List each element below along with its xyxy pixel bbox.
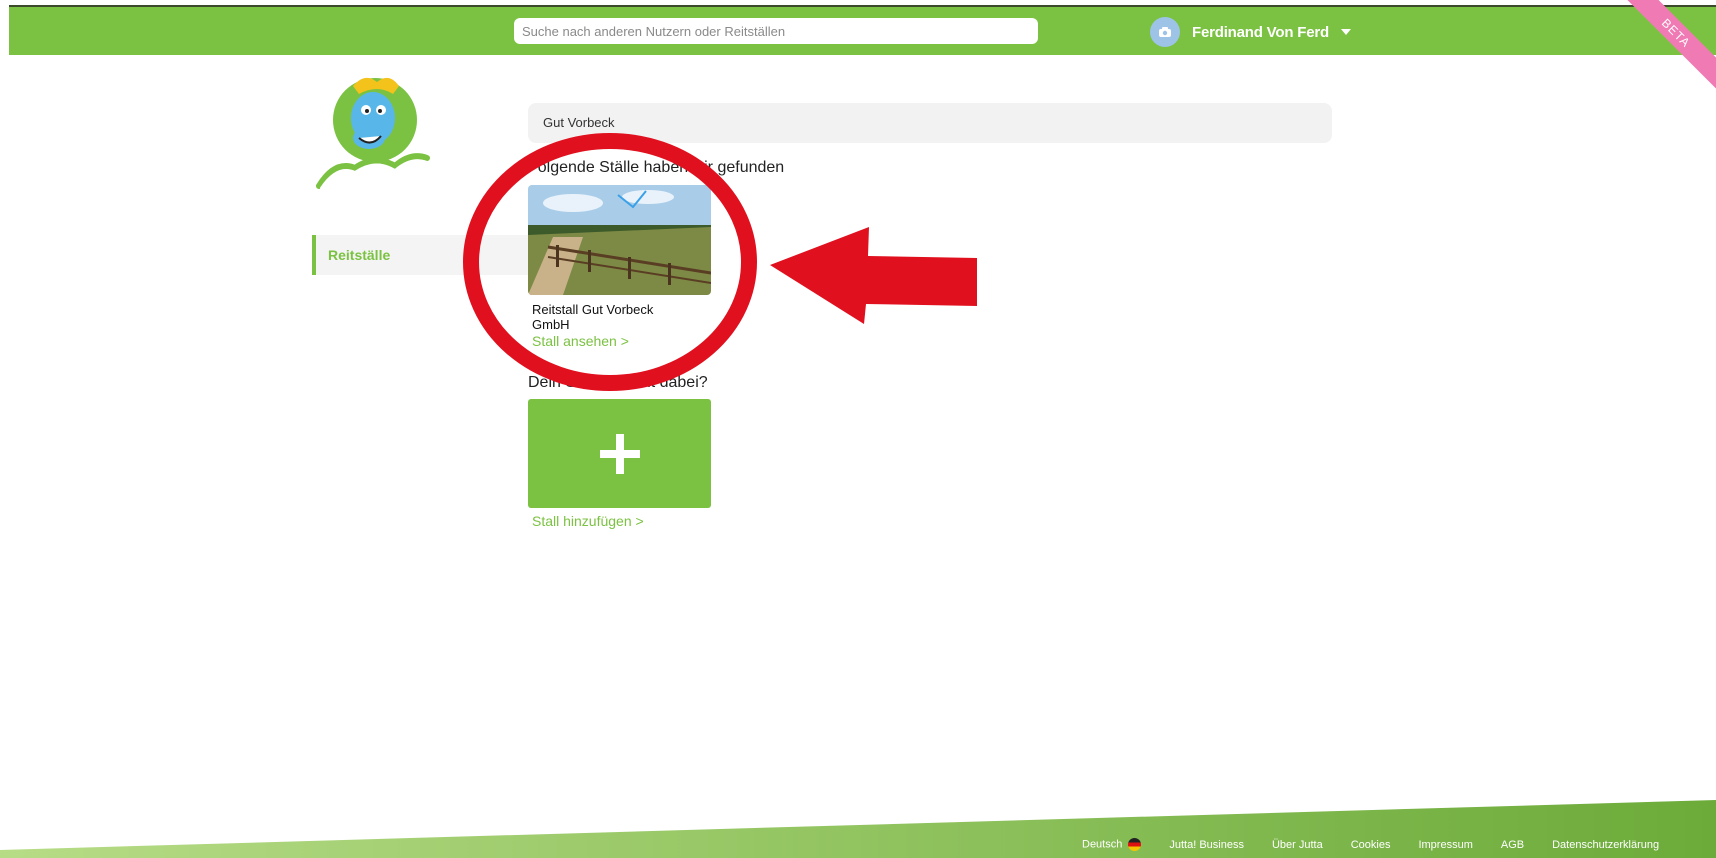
footer-link-ueber-jutta[interactable]: Über Jutta (1272, 839, 1323, 851)
footer-link-datenschutz[interactable]: Datenschutzerklärung (1552, 839, 1659, 851)
add-stable-button[interactable] (528, 399, 711, 508)
german-flag-icon (1128, 838, 1142, 851)
search-query-display: Gut Vorbeck (528, 103, 1332, 143)
jutta-logo[interactable] (315, 68, 435, 198)
footer-link-business[interactable]: Jutta! Business (1169, 839, 1244, 851)
view-stable-link[interactable]: Stall ansehen > (532, 333, 629, 349)
sidebar-item-reitstaelle[interactable]: Reitställe (312, 235, 528, 275)
footer-link-agb[interactable]: AGB (1501, 839, 1524, 851)
user-menu[interactable]: Ferdinand Von Ferd (1150, 17, 1351, 47)
add-stable-link[interactable]: Stall hinzufügen > (532, 513, 644, 529)
chevron-down-icon[interactable] (1340, 29, 1351, 35)
avatar[interactable] (1150, 17, 1180, 47)
plus-icon (599, 433, 640, 474)
search-input[interactable] (514, 18, 1038, 44)
results-heading: Folgende Ställe haben wir gefunden (528, 159, 785, 176)
user-name[interactable]: Ferdinand Von Ferd (1192, 24, 1329, 41)
annotation-arrow (770, 227, 977, 324)
stable-card-image[interactable] (528, 185, 711, 295)
language-selector[interactable]: Deutsch (1082, 838, 1142, 851)
footer-link-impressum[interactable]: Impressum (1418, 839, 1472, 851)
beta-badge: BETA (1616, 0, 1716, 100)
camera-icon (1159, 27, 1171, 37)
beta-label: BETA (1616, 0, 1716, 98)
footer-link-cookies[interactable]: Cookies (1351, 839, 1391, 851)
stable-card-title: Reitstall Gut Vorbeck GmbH (532, 302, 654, 332)
footer-links: Deutsch Jutta! Business Über Jutta Cooki… (1082, 838, 1659, 851)
missing-stable-heading: Dein Stall ist nicht dabei? (528, 374, 708, 391)
